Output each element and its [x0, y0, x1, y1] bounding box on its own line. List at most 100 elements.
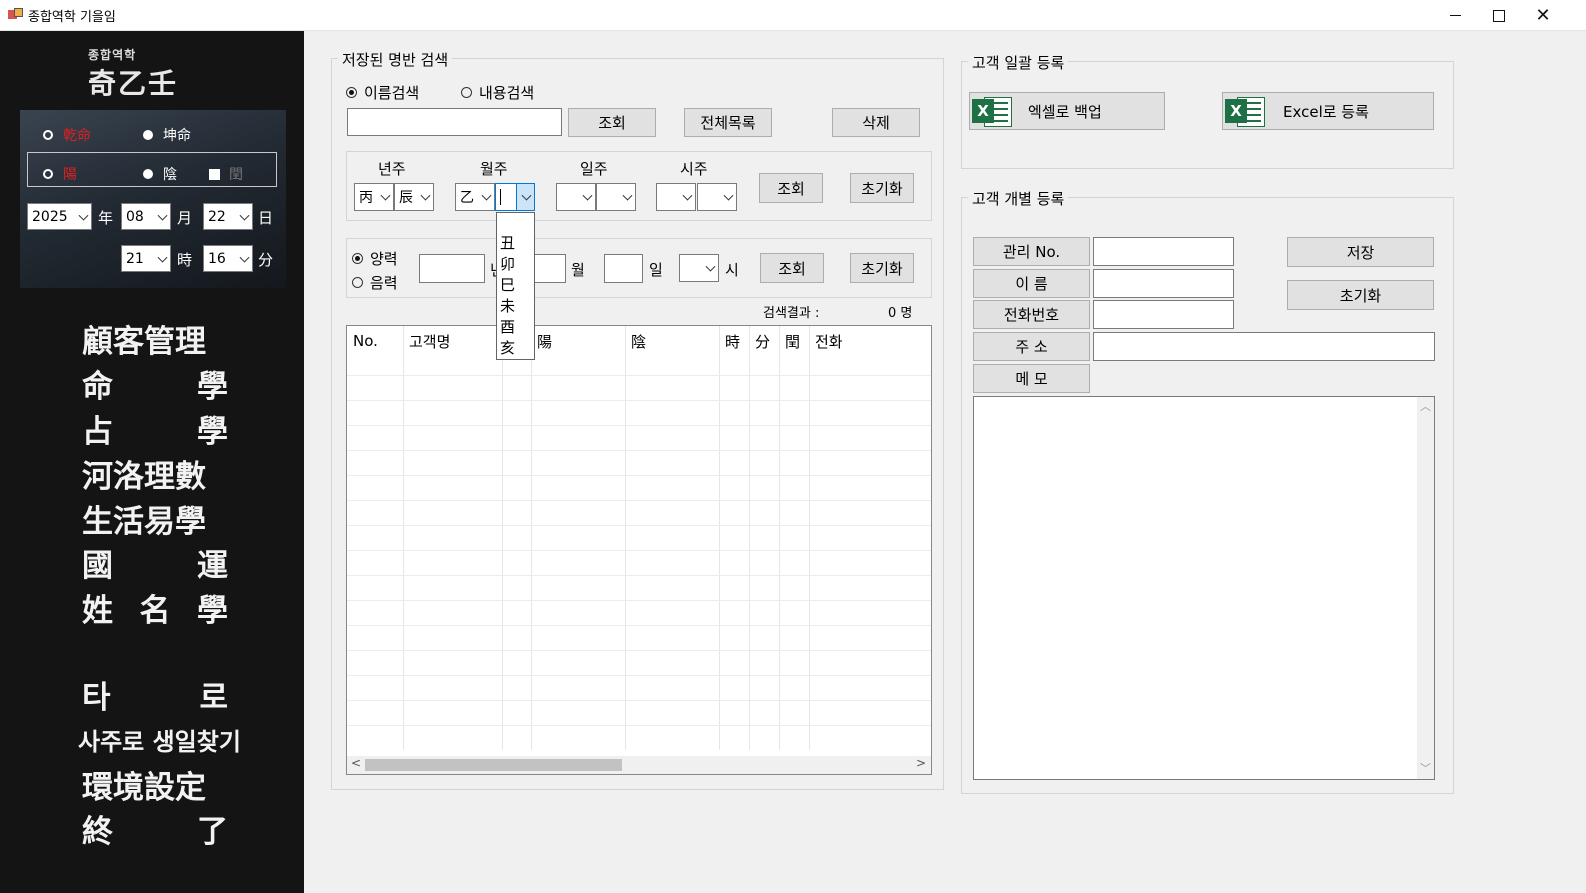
- date-month-unit: 월: [571, 261, 585, 279]
- maximize-icon: [1493, 9, 1505, 22]
- minimize-button[interactable]: [1432, 0, 1478, 31]
- year-value: 2025: [32, 208, 68, 225]
- menu-myeonghak[interactable]: 命 學: [82, 361, 228, 406]
- dropdown-option[interactable]: 卯: [497, 254, 534, 275]
- horizontal-scrollbar[interactable]: < >: [347, 756, 931, 774]
- result-label: 검색결과 :: [763, 306, 820, 321]
- vertical-scrollbar[interactable]: ︿ ﹀: [1417, 397, 1434, 779]
- list-all-button[interactable]: 전체목록: [684, 108, 772, 137]
- close-icon: ✕: [1535, 5, 1551, 26]
- radio-female[interactable]: 坤命: [143, 125, 191, 145]
- month-stem-select[interactable]: 乙: [455, 183, 495, 211]
- menu-exit[interactable]: 終 了: [82, 806, 228, 851]
- excel-import-label: Excel로 등록: [1283, 102, 1369, 121]
- hour-stem-select[interactable]: [656, 183, 696, 211]
- dropdown-option[interactable]: 丑: [497, 233, 534, 254]
- menu-tarot[interactable]: 타 로: [82, 672, 228, 717]
- excel-import-button[interactable]: X Excel로 등록: [1222, 92, 1434, 130]
- menu-find-birthday[interactable]: 사주로 생일찾기: [78, 722, 241, 757]
- month-pillar-label: 월주: [480, 160, 508, 178]
- dropdown-option[interactable]: 亥: [497, 338, 534, 359]
- day-stem-select[interactable]: [556, 183, 596, 211]
- maximize-button[interactable]: [1476, 0, 1522, 31]
- pillars-reset-button[interactable]: 초기화: [850, 173, 914, 203]
- column-header[interactable]: 閏: [779, 326, 809, 356]
- month-unit: 月: [177, 209, 193, 227]
- year-stem-select[interactable]: 丙: [354, 183, 394, 211]
- pillars-query-button[interactable]: 조회: [759, 173, 823, 203]
- memo-textarea[interactable]: ︿ ﹀: [973, 396, 1435, 780]
- close-button[interactable]: ✕: [1520, 0, 1566, 31]
- menu-life-iching[interactable]: 生活易學: [82, 496, 228, 541]
- chevron-down-icon: [380, 190, 391, 201]
- radio-circle: [352, 253, 363, 264]
- radio-male[interactable]: 乾命: [43, 125, 91, 145]
- excel-backup-button[interactable]: X 엑셀로 백업: [969, 92, 1165, 130]
- year-branch-select[interactable]: 辰: [394, 183, 434, 211]
- chevron-down-icon: [682, 190, 693, 201]
- column-header[interactable]: 陽: [531, 326, 625, 356]
- date-query-button[interactable]: 조회: [760, 253, 824, 283]
- menu-jeomhak[interactable]: 占 學: [82, 406, 228, 451]
- name-input[interactable]: [1093, 269, 1234, 298]
- radio-solar[interactable]: 양력: [352, 248, 398, 269]
- month-branch-dropdown-list[interactable]: 丑 卯 巳 未 酉 亥: [496, 212, 535, 360]
- results-table[interactable]: No. 고객명 陽 陰 時 分 閏 전화 < >: [346, 325, 932, 775]
- menu-customer-management[interactable]: 顧客管理: [82, 316, 228, 361]
- day-branch-select[interactable]: [596, 183, 636, 211]
- menu-settings[interactable]: 環境設定: [82, 762, 228, 807]
- chevron-down-icon: [239, 210, 250, 221]
- search-input[interactable]: [347, 108, 562, 136]
- year-branch-value: 辰: [399, 190, 413, 206]
- menu-label: 生活易學: [82, 504, 206, 540]
- date-month-input[interactable]: [530, 254, 566, 283]
- menu-national-fortune[interactable]: 國 運: [82, 540, 228, 585]
- radio-yang[interactable]: 陽: [43, 164, 77, 184]
- date-reset-button[interactable]: 초기화: [850, 253, 914, 283]
- column-header[interactable]: 陰: [625, 326, 719, 356]
- dropdown-option[interactable]: 未: [497, 296, 534, 317]
- menu-label: 姓 名 學: [82, 593, 228, 629]
- column-divider: [809, 326, 810, 750]
- logo: 奇乙壬: [88, 67, 179, 100]
- query-button[interactable]: 조회: [568, 108, 656, 137]
- date-year-input[interactable]: [419, 254, 485, 283]
- date-hour-select[interactable]: [679, 254, 719, 282]
- year-pillar-label: 년주: [378, 160, 406, 178]
- dropdown-option[interactable]: 酉: [497, 317, 534, 338]
- column-header[interactable]: No.: [347, 326, 403, 356]
- minute-select[interactable]: 16: [203, 245, 253, 272]
- leap-checkbox[interactable]: 閏: [209, 164, 243, 184]
- month-branch-select[interactable]: [495, 183, 535, 211]
- reset-button[interactable]: 초기화: [1287, 280, 1434, 310]
- scrollbar-thumb[interactable]: [365, 759, 622, 771]
- row-divider: [347, 700, 931, 701]
- hour-select[interactable]: 21: [121, 245, 171, 272]
- column-header[interactable]: 時: [719, 326, 749, 356]
- radio-eum[interactable]: 陰: [143, 164, 177, 184]
- month-select[interactable]: 08: [121, 203, 171, 230]
- menu-name-study[interactable]: 姓 名 學: [82, 585, 228, 630]
- radio-name-search[interactable]: 이름검색: [346, 82, 419, 103]
- date-day-input[interactable]: [604, 254, 643, 283]
- chevron-down-icon: [239, 252, 250, 263]
- radio-content-search[interactable]: 내용검색: [461, 82, 534, 103]
- customer-no-input[interactable]: [1093, 237, 1234, 266]
- menu-haraksu[interactable]: 河洛理數: [82, 451, 228, 496]
- radio-lunar[interactable]: 음력: [352, 272, 398, 293]
- dropdown-option[interactable]: 巳: [497, 275, 534, 296]
- column-header[interactable]: 分: [749, 326, 779, 356]
- menu-label: 河洛理數: [82, 459, 206, 495]
- row-divider: [347, 650, 931, 651]
- scroll-down-icon: ﹀: [1420, 762, 1431, 775]
- year-select[interactable]: 2025: [27, 203, 92, 230]
- delete-button[interactable]: 삭제: [832, 108, 920, 137]
- dropdown-empty-option[interactable]: [497, 213, 534, 233]
- phone-input[interactable]: [1093, 300, 1234, 329]
- hour-branch-select[interactable]: [697, 183, 737, 211]
- address-input[interactable]: [1093, 332, 1435, 361]
- save-button[interactable]: 저장: [1287, 237, 1434, 267]
- day-select[interactable]: 22: [203, 203, 253, 230]
- column-header[interactable]: 전화: [809, 326, 929, 356]
- year-stem-value: 丙: [359, 190, 373, 206]
